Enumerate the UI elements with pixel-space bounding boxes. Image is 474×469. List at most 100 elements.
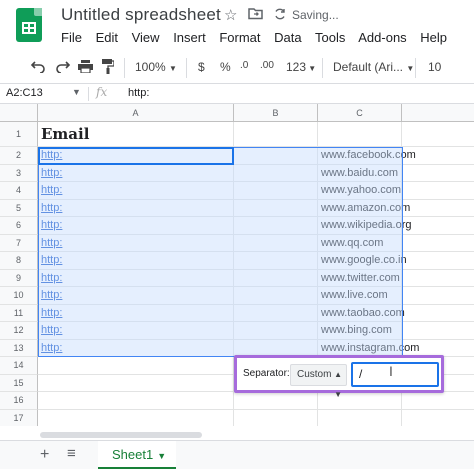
menu-edit[interactable]: Edit <box>96 30 118 45</box>
grid-cell[interactable] <box>234 269 318 287</box>
increase-decimal-button[interactable]: .00 <box>260 60 274 71</box>
grid-cell[interactable] <box>38 374 234 392</box>
grid-cell[interactable] <box>38 392 234 410</box>
domain-cell[interactable]: www.live.com <box>318 287 402 305</box>
menu-help[interactable]: Help <box>420 30 447 45</box>
grid-cell[interactable] <box>318 122 402 147</box>
row-header[interactable]: 13 <box>0 339 38 357</box>
grid-cell[interactable] <box>234 252 318 270</box>
undo-icon[interactable] <box>30 59 46 76</box>
grid-cell[interactable] <box>402 122 474 147</box>
row-header[interactable]: 6 <box>0 217 38 235</box>
grid-cell[interactable] <box>234 182 318 200</box>
grid-cell[interactable] <box>234 217 318 235</box>
menu-file[interactable]: File <box>61 30 82 45</box>
domain-cell[interactable]: www.baidu.com <box>318 164 402 182</box>
grid-cell[interactable]: Email <box>38 122 234 147</box>
select-all-corner[interactable] <box>0 104 38 122</box>
document-title[interactable]: Untitled spreadsheet <box>61 5 221 25</box>
row-header[interactable]: 12 <box>0 322 38 340</box>
separator-select[interactable]: Custom ▲ ▼ <box>290 364 347 399</box>
url-prefix-cell[interactable]: http: <box>38 304 234 322</box>
row-header[interactable]: 5 <box>0 199 38 217</box>
move-folder-icon[interactable] <box>248 6 263 24</box>
menu-view[interactable]: View <box>132 30 160 45</box>
grid-cell[interactable] <box>402 200 474 217</box>
url-prefix-cell[interactable]: http: <box>38 199 234 217</box>
grid-cell[interactable] <box>402 270 474 287</box>
grid-cell[interactable] <box>402 147 474 165</box>
font-size-select[interactable]: 10 <box>428 60 441 74</box>
grid-cell[interactable] <box>234 147 318 165</box>
sheets-logo-icon[interactable] <box>16 8 42 42</box>
percent-button[interactable]: % <box>220 60 231 74</box>
grid-cell[interactable] <box>38 409 234 426</box>
menu-tools[interactable]: Tools <box>315 30 345 45</box>
row-header[interactable]: 2 <box>0 147 38 165</box>
grid-cell[interactable] <box>234 199 318 217</box>
all-sheets-icon[interactable]: ≡ <box>67 445 76 462</box>
grid-cell[interactable] <box>234 409 318 426</box>
grid-cell[interactable] <box>402 217 474 235</box>
url-prefix-cell[interactable]: http: <box>38 234 234 252</box>
url-prefix-cell[interactable]: http: <box>38 339 234 357</box>
formula-input[interactable]: http: <box>128 87 149 99</box>
grid-cell[interactable] <box>402 392 474 410</box>
domain-cell[interactable]: www.qq.com <box>318 234 402 252</box>
menu-format[interactable]: Format <box>219 30 260 45</box>
name-box[interactable]: A2:C13 <box>6 87 43 99</box>
domain-cell[interactable]: www.wikipedia.org <box>318 217 411 235</box>
font-select[interactable]: Default (Ari... ▼ <box>333 60 414 74</box>
grid-cell[interactable] <box>402 305 474 322</box>
row-header[interactable]: 9 <box>0 269 38 287</box>
grid-cell[interactable] <box>402 165 474 182</box>
column-header-a[interactable]: A <box>38 104 234 122</box>
star-icon[interactable]: ☆ <box>224 6 237 24</box>
grid-cell[interactable] <box>402 287 474 305</box>
row-header[interactable]: 1 <box>0 122 38 147</box>
domain-cell[interactable]: www.amazon.com <box>318 199 410 217</box>
grid-cell[interactable] <box>402 235 474 252</box>
sheet-tab[interactable]: Sheet1 ▼ <box>98 441 176 469</box>
add-sheet-icon[interactable]: + <box>40 446 49 464</box>
horizontal-scrollbar[interactable] <box>40 432 202 438</box>
grid-cell[interactable] <box>318 409 402 426</box>
row-header[interactable]: 8 <box>0 252 38 270</box>
row-header[interactable]: 16 <box>0 392 38 410</box>
menu-addons[interactable]: Add-ons <box>358 30 406 45</box>
grid-cell[interactable] <box>402 322 474 340</box>
row-header[interactable]: 10 <box>0 287 38 305</box>
domain-cell[interactable]: www.yahoo.com <box>318 182 402 200</box>
row-header[interactable]: 4 <box>0 182 38 200</box>
column-header-b[interactable]: B <box>234 104 318 122</box>
domain-cell[interactable]: www.taobao.com <box>318 304 405 322</box>
grid-cell[interactable] <box>402 252 474 270</box>
row-header[interactable]: 15 <box>0 374 38 392</box>
url-prefix-cell[interactable]: http: <box>38 182 234 200</box>
domain-cell[interactable]: www.bing.com <box>318 322 402 340</box>
row-header[interactable]: 11 <box>0 304 38 322</box>
redo-icon[interactable] <box>55 59 71 76</box>
zoom-select[interactable]: 100% ▼ <box>135 60 177 74</box>
grid-cell[interactable] <box>318 392 402 410</box>
domain-cell[interactable]: www.google.co.in <box>318 252 407 270</box>
row-header[interactable]: 17 <box>0 409 38 426</box>
paint-format-icon[interactable] <box>102 59 115 77</box>
currency-button[interactable]: $ <box>198 60 205 74</box>
grid-cell[interactable] <box>234 122 318 147</box>
column-header-d[interactable] <box>402 104 474 122</box>
custom-separator-input[interactable]: / <box>351 362 439 387</box>
grid-cell[interactable] <box>234 234 318 252</box>
url-prefix-cell[interactable]: http: <box>38 287 234 305</box>
menu-data[interactable]: Data <box>274 30 301 45</box>
chevron-down-icon[interactable]: ▼ <box>157 451 166 461</box>
domain-cell[interactable]: www.twitter.com <box>318 269 402 287</box>
grid-cell[interactable] <box>234 322 318 340</box>
domain-cell[interactable]: www.facebook.com <box>318 147 416 165</box>
column-header-c[interactable]: C <box>318 104 402 122</box>
grid-cell[interactable] <box>402 410 474 427</box>
url-prefix-cell[interactable]: http: <box>38 269 234 287</box>
row-header[interactable]: 3 <box>0 164 38 182</box>
grid-cell[interactable] <box>402 182 474 200</box>
url-prefix-cell[interactable]: http: <box>38 322 234 340</box>
